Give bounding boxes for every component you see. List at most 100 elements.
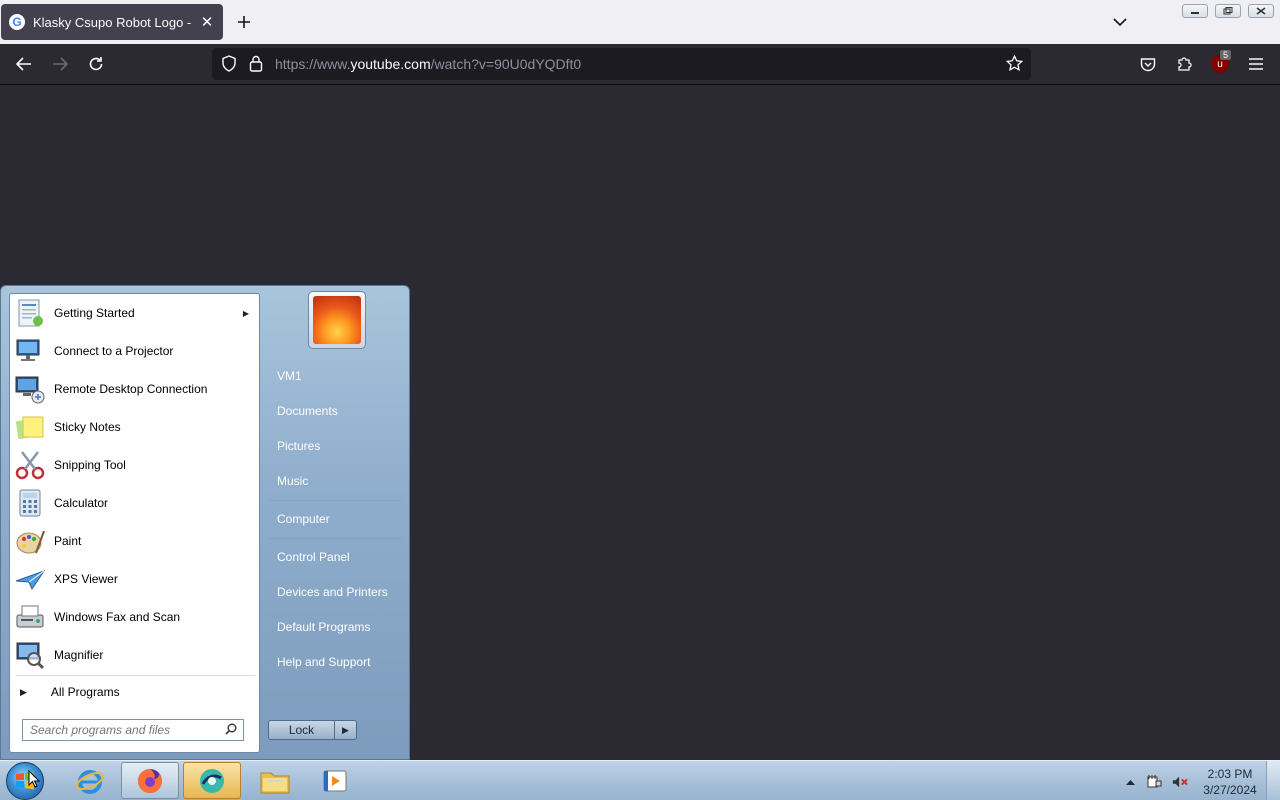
restore-icon: [1223, 7, 1233, 15]
close-tab-icon[interactable]: ✕: [199, 13, 215, 31]
lock-button[interactable]: Lock: [268, 720, 335, 740]
show-desktop-button[interactable]: [1266, 761, 1280, 800]
system-clock[interactable]: 2:03 PM 3/27/2024: [1196, 766, 1264, 798]
reload-icon: [89, 57, 103, 71]
place-pictures[interactable]: Pictures: [269, 431, 403, 461]
projector-icon: [16, 339, 40, 361]
volume-muted-icon[interactable]: [1172, 774, 1188, 790]
sticky-notes-icon: [15, 416, 44, 440]
file-explorer-icon: [260, 772, 290, 793]
clock-time: 2:03 PM: [1207, 767, 1253, 781]
place-control-panel[interactable]: Control Panel: [269, 542, 403, 572]
pocket-button[interactable]: [1136, 52, 1160, 76]
place-computer[interactable]: Computer: [269, 504, 403, 534]
url-bar[interactable]: https://www.youtube.com/watch?v=90U0dYQD…: [212, 48, 1031, 80]
action-center-icon[interactable]: [1146, 774, 1162, 790]
program-label: XPS Viewer: [54, 572, 118, 586]
scissors-icon: [15, 451, 45, 480]
place-documents[interactable]: Documents: [269, 396, 403, 426]
start-menu: Getting Started ▶ Connect to a Projector…: [0, 285, 410, 760]
taskbar-media-player[interactable]: [306, 762, 364, 799]
all-programs-label: All Programs: [50, 685, 120, 699]
program-label: Magnifier: [54, 648, 104, 662]
tracking-protection-shield-icon[interactable]: [221, 55, 237, 77]
triangle-right-icon: ▶: [342, 724, 349, 735]
blocked-count-badge: 5: [1220, 50, 1232, 60]
places-divider: [269, 538, 402, 539]
place-default-programs[interactable]: Default Programs: [269, 612, 403, 642]
taskbar-file-explorer[interactable]: [246, 762, 304, 799]
bookmark-star-icon[interactable]: [1005, 54, 1024, 77]
taskbar-firefox[interactable]: [121, 762, 179, 799]
program-getting-started[interactable]: Getting Started ▶: [12, 295, 259, 331]
tab-title: Klasky Csupo Robot Logo - You: [33, 14, 193, 30]
getting-started-icon: [18, 299, 43, 327]
start-search-box[interactable]: [22, 719, 244, 741]
minimize-icon: [1191, 12, 1199, 14]
program-sticky-notes[interactable]: Sticky Notes: [12, 409, 259, 445]
all-programs-button[interactable]: ▶ All Programs: [16, 680, 255, 704]
url-domain: youtube.com: [350, 56, 431, 72]
program-label: Connect to a Projector: [54, 344, 174, 358]
restore-button[interactable]: [1215, 4, 1241, 18]
browser-tab[interactable]: G Klasky Csupo Robot Logo - You ✕: [1, 4, 223, 40]
close-window-button[interactable]: [1248, 4, 1274, 18]
lock-icon[interactable]: [249, 55, 263, 77]
program-connect-to-projector[interactable]: Connect to a Projector: [12, 333, 259, 369]
program-label: Snipping Tool: [54, 458, 126, 472]
show-hidden-icons-button[interactable]: [1122, 774, 1138, 790]
start-menu-programs-pane: Getting Started ▶ Connect to a Projector…: [9, 293, 260, 753]
submenu-arrow-icon: ▶: [242, 308, 249, 318]
calculator-icon: [19, 489, 41, 517]
program-windows-fax-and-scan[interactable]: Windows Fax and Scan: [12, 599, 259, 635]
browser-tab-bar: G Klasky Csupo Robot Logo - You ✕: [0, 0, 1280, 44]
program-label: Sticky Notes: [54, 420, 121, 434]
back-button[interactable]: [12, 52, 36, 76]
remote-app-icon: [200, 768, 224, 793]
taskbar: 2:03 PM 3/27/2024: [0, 760, 1280, 800]
media-player-icon: [323, 770, 347, 791]
shutdown-options-button[interactable]: ▶: [334, 720, 357, 740]
taskbar-remote-app[interactable]: [183, 762, 241, 799]
program-snipping-tool[interactable]: Snipping Tool: [12, 447, 259, 483]
program-label: Getting Started: [54, 306, 135, 320]
list-all-tabs-button[interactable]: [1108, 10, 1132, 34]
hamburger-menu-icon: [1249, 58, 1263, 70]
user-account-picture[interactable]: [308, 291, 366, 349]
puzzle-icon: [1178, 57, 1192, 71]
program-xps-viewer[interactable]: XPS Viewer: [12, 561, 259, 597]
extensions-button[interactable]: [1172, 52, 1196, 76]
place-help-and-support[interactable]: Help and Support: [269, 647, 403, 677]
google-favicon-icon: G: [9, 14, 25, 30]
program-label: Remote Desktop Connection: [54, 382, 208, 396]
minimize-button[interactable]: [1182, 4, 1208, 18]
program-label: Paint: [54, 534, 82, 548]
ublock-origin-button[interactable]: u 5: [1208, 50, 1232, 76]
place-user-folder[interactable]: VM1: [269, 361, 403, 391]
paint-palette-icon: [16, 530, 45, 554]
place-music[interactable]: Music: [269, 466, 403, 496]
program-label: Windows Fax and Scan: [54, 610, 181, 624]
program-paint[interactable]: Paint: [12, 523, 259, 559]
new-tab-button[interactable]: [232, 10, 256, 34]
taskbar-internet-explorer[interactable]: [61, 762, 119, 799]
url-path: /watch?v=90U0dYQDft0: [430, 56, 582, 72]
clock-date: 3/27/2024: [1203, 783, 1257, 797]
app-menu-button[interactable]: [1244, 52, 1268, 76]
internet-explorer-icon: [76, 769, 104, 794]
reload-button[interactable]: [84, 52, 108, 76]
search-input[interactable]: [30, 723, 220, 737]
search-icon[interactable]: [225, 723, 237, 738]
place-devices-and-printers[interactable]: Devices and Printers: [269, 577, 403, 607]
pocket-icon: [1140, 57, 1156, 71]
program-label: Calculator: [54, 496, 109, 510]
program-magnifier[interactable]: Magnifier: [12, 637, 259, 673]
program-remote-desktop-connection[interactable]: Remote Desktop Connection: [12, 371, 259, 407]
browser-nav-bar: https://www.youtube.com/watch?v=90U0dYQD…: [0, 44, 1280, 85]
places-divider: [269, 500, 402, 501]
program-calculator[interactable]: Calculator: [12, 485, 259, 521]
triangle-up-icon: [1125, 780, 1135, 785]
url-text[interactable]: https://www.youtube.com/watch?v=90U0dYQD…: [275, 56, 581, 72]
xps-viewer-icon: [15, 570, 46, 591]
forward-button[interactable]: [48, 52, 72, 76]
